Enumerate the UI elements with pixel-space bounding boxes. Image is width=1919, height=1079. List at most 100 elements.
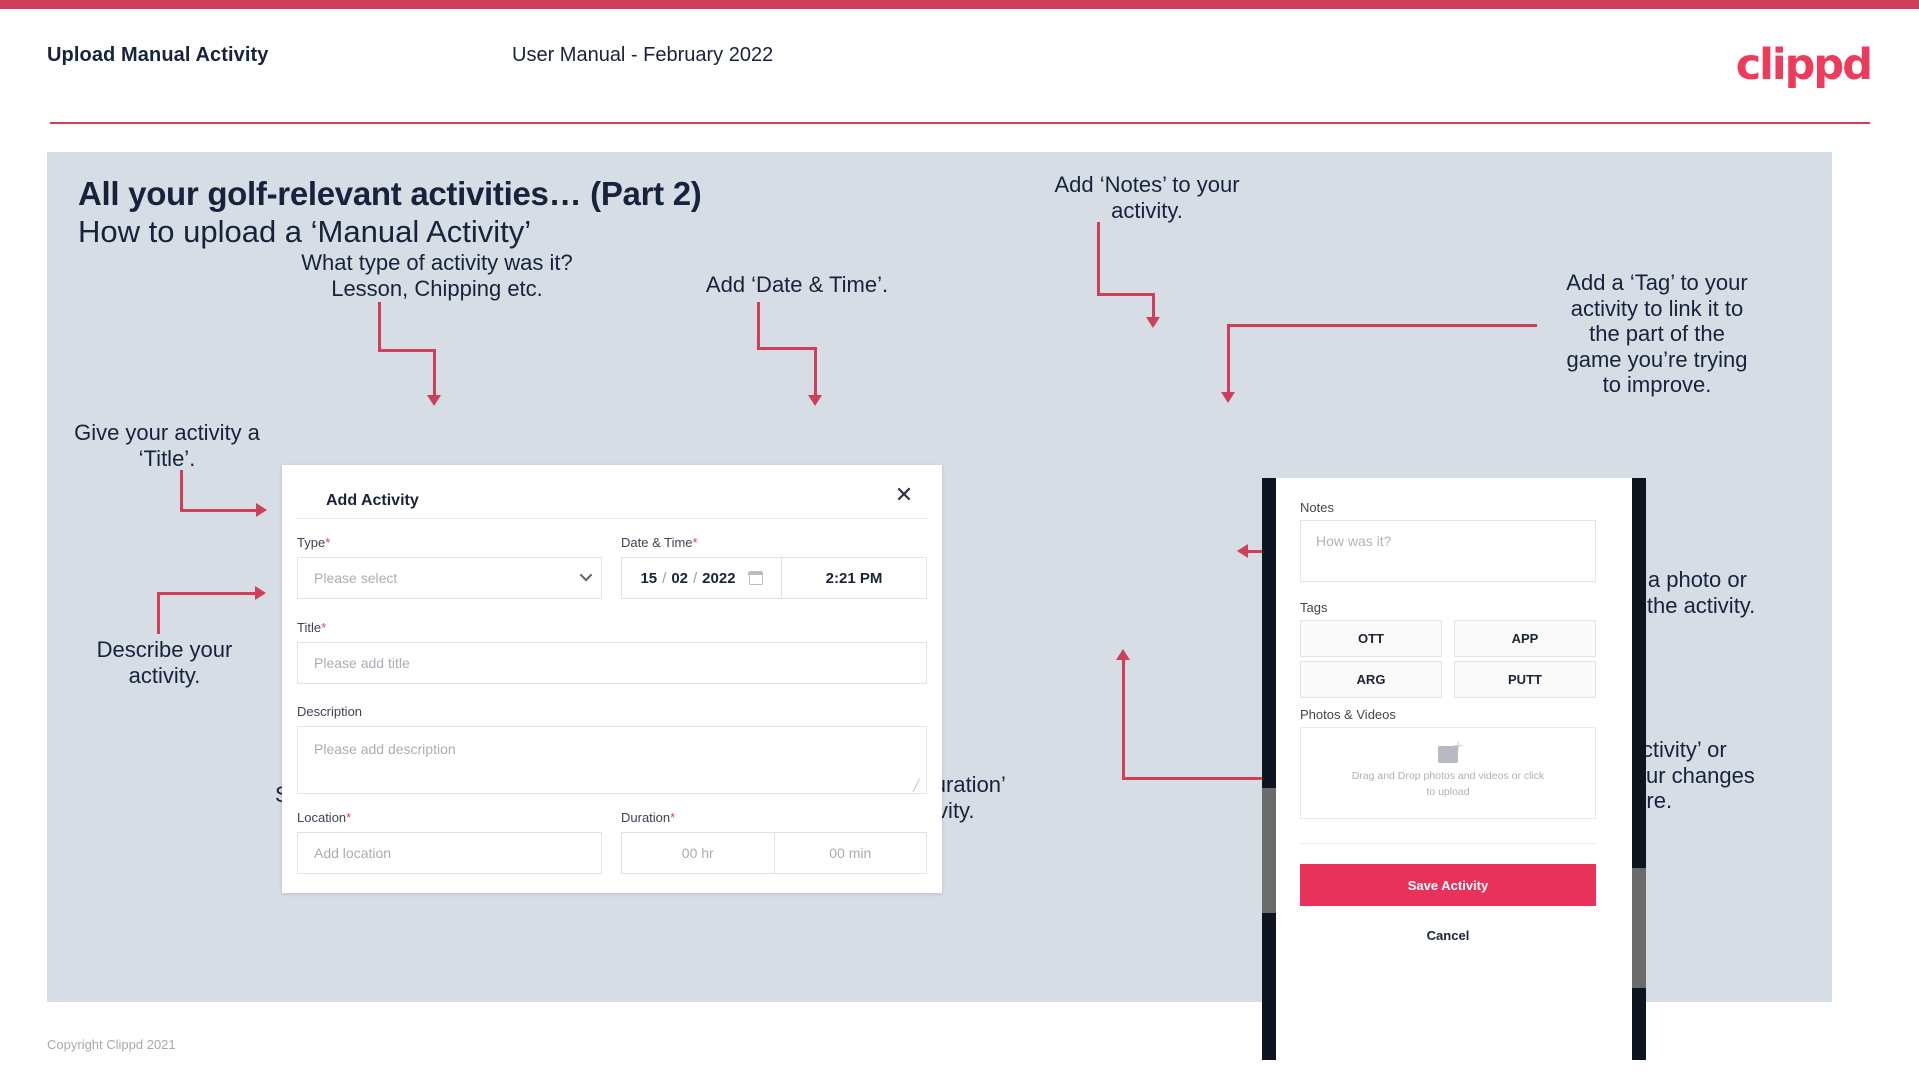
connector-save-v: [1122, 660, 1125, 779]
connector-title-h: [180, 509, 258, 512]
location-required: *: [346, 810, 352, 825]
date-year: 2022: [702, 569, 736, 587]
slide-canvas: All your golf-relevant activities… (Part…: [47, 152, 1832, 1060]
photos-label: Photos & Videos: [1300, 707, 1396, 722]
title-required: *: [321, 620, 327, 635]
phone-volume-button-left: [1262, 788, 1276, 913]
connector-title-v: [180, 470, 183, 512]
copyright-text: Copyright Clippd 2021: [47, 1037, 176, 1052]
description-input[interactable]: Please add description ╱: [297, 726, 927, 794]
slide-root: Upload Manual Activity User Manual - Feb…: [0, 0, 1919, 1079]
description-label-text: Description: [297, 704, 363, 719]
connector-tags-h: [1227, 324, 1537, 327]
connector-tags-arrow: [1221, 392, 1235, 403]
connector-type-h: [378, 349, 436, 352]
datetime-label-text: Date & Time: [621, 535, 693, 550]
datetime-field[interactable]: 15 / 02 / 2022 2:21 PM: [621, 557, 927, 599]
connector-notes-v1: [1097, 222, 1100, 296]
date-input[interactable]: 15 / 02 / 2022: [622, 558, 782, 598]
location-label-text: Location: [297, 810, 347, 825]
clippd-logo: clippd: [1735, 40, 1873, 90]
phone-mockup: Notes How was it? Tags OTT APP ARG PUTT …: [1262, 478, 1646, 1060]
duration-label: Duration*: [621, 810, 675, 825]
tag-putt[interactable]: PUTT: [1454, 661, 1596, 698]
duration-label-text: Duration: [621, 810, 671, 825]
type-select[interactable]: Please select: [297, 557, 602, 599]
datetime-required: *: [692, 535, 698, 550]
connector-dt-v1: [757, 302, 760, 350]
connector-desc-v: [157, 594, 160, 634]
connector-photo-arrow: [1237, 544, 1248, 558]
tag-ott[interactable]: OTT: [1300, 620, 1442, 657]
connector-notes-arrow: [1146, 317, 1160, 328]
title-input[interactable]: Please add title: [297, 642, 927, 684]
description-label: Description: [297, 704, 362, 719]
annotation-description: Describe your activity.: [96, 637, 233, 688]
title-placeholder: Please add title: [314, 655, 410, 671]
page-title: Upload Manual Activity: [47, 44, 269, 66]
tag-app[interactable]: APP: [1454, 620, 1596, 657]
annotation-notes: Add ‘Notes’ to your activity.: [1054, 172, 1240, 223]
connector-dt-h: [757, 347, 817, 350]
calendar-icon[interactable]: [748, 571, 764, 585]
connector-save-arrow: [1116, 649, 1130, 660]
notes-input[interactable]: How was it?: [1300, 520, 1596, 582]
duration-minutes-input[interactable]: 00 min: [773, 833, 927, 873]
type-label: Type*: [297, 535, 330, 550]
phone-power-button-right: [1632, 868, 1646, 988]
slide-heading: All your golf-relevant activities… (Part…: [78, 175, 702, 212]
annotation-tags: Add a ‘Tag’ to your activity to link it …: [1566, 270, 1748, 398]
notes-placeholder: How was it?: [1316, 533, 1392, 549]
location-input[interactable]: Add location: [297, 832, 602, 874]
dropzone-text: Drag and Drop photos and videos or click…: [1351, 769, 1545, 798]
title-label-text: Title: [297, 620, 322, 635]
add-activity-dialog: Add Activity ✕ Type* Please select Date …: [282, 465, 942, 893]
connector-type-arrow: [427, 395, 441, 406]
connector-notes-v2: [1152, 293, 1155, 319]
title-label: Title*: [297, 620, 326, 635]
type-placeholder: Please select: [314, 570, 398, 586]
location-label: Location*: [297, 810, 351, 825]
resize-grip-icon[interactable]: ╱: [913, 781, 923, 792]
description-placeholder: Please add description: [314, 741, 456, 757]
type-required: *: [325, 535, 331, 550]
tag-arg[interactable]: ARG: [1300, 661, 1442, 698]
type-label-text: Type: [297, 535, 326, 550]
save-activity-button[interactable]: Save Activity: [1300, 864, 1596, 906]
notes-label: Notes: [1300, 500, 1334, 515]
date-sep-2: /: [693, 569, 698, 587]
cancel-button[interactable]: Cancel: [1300, 928, 1596, 943]
photos-dropzone[interactable]: Drag and Drop photos and videos or click…: [1300, 727, 1596, 819]
date-month: 02: [671, 569, 688, 587]
image-upload-icon: [1438, 745, 1458, 763]
duration-hours-input[interactable]: 00 hr: [622, 833, 774, 873]
date-sep-1: /: [662, 569, 667, 587]
connector-dt-v2: [814, 347, 817, 397]
connector-desc-h: [157, 592, 257, 595]
connector-type-v1: [378, 302, 381, 352]
phone-divider: [1300, 843, 1596, 844]
chevron-down-icon: [579, 568, 593, 582]
date-day: 15: [640, 569, 658, 587]
annotation-datetime: Add ‘Date & Time’.: [705, 272, 889, 297]
duration-required: *: [670, 810, 676, 825]
top-accent-bar: [0, 0, 1919, 9]
duration-field: 00 hr 00 min: [621, 832, 927, 874]
time-input[interactable]: 2:21 PM: [782, 570, 926, 587]
connector-dt-arrow: [808, 395, 822, 406]
close-icon[interactable]: ✕: [889, 481, 919, 511]
phone-frame-left: [1262, 478, 1276, 1060]
annotation-title: Give your activity a ‘Title’.: [74, 420, 260, 471]
slide-subheading: How to upload a ‘Manual Activity’: [78, 214, 532, 249]
tags-label: Tags: [1300, 600, 1328, 615]
annotation-type: What type of activity was it? Lesson, Ch…: [301, 250, 573, 301]
dialog-title: Add Activity: [326, 492, 419, 509]
location-placeholder: Add location: [314, 845, 392, 861]
dialog-divider: [297, 518, 927, 519]
datetime-label: Date & Time*: [621, 535, 698, 550]
connector-title-arrow: [256, 503, 267, 517]
header-divider: [50, 122, 1870, 124]
page-subtitle: User Manual - February 2022: [512, 44, 774, 66]
phone-screen: Notes How was it? Tags OTT APP ARG PUTT …: [1276, 478, 1632, 1060]
connector-desc-arrow: [255, 586, 266, 600]
